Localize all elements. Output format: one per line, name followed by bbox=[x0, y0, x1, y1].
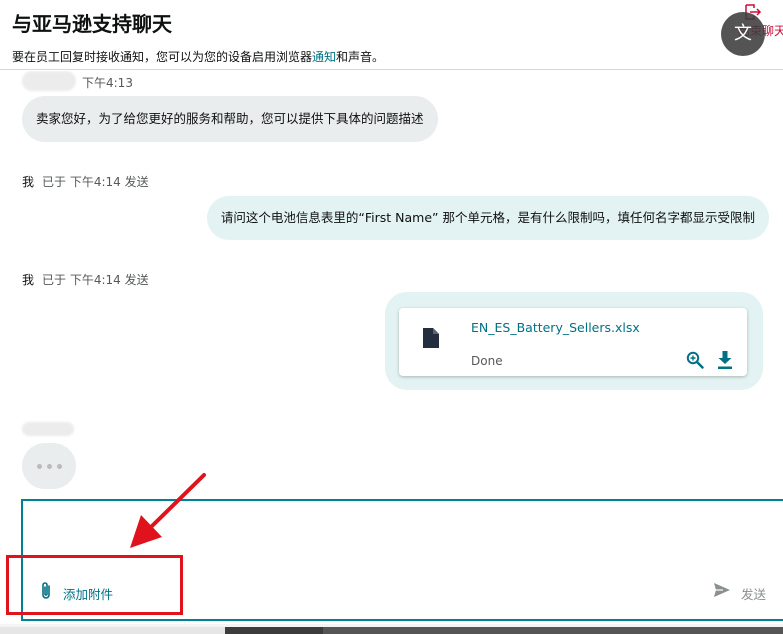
my-attachment-meta: 我已于 下午4:14 发送 bbox=[22, 271, 149, 288]
my-message-bubble: 请问这个电池信息表里的“First Name” 那个单元格，是有什么限制吗，填任… bbox=[206, 196, 769, 240]
taskbar-segment bbox=[225, 627, 323, 634]
taskbar-segment bbox=[323, 627, 783, 634]
chat-transcript[interactable]: 下午4:13 卖家您好，为了给您更好的服务和帮助，您可以提供下具体的问题描述 我… bbox=[0, 71, 783, 498]
notification-notice: 要在员工回复时接收通知，您可以为您的设备启用浏览器通知和声音。 bbox=[12, 48, 384, 65]
sender-label: 我 bbox=[22, 175, 35, 189]
sent-status: 已于 下午4:14 发送 bbox=[42, 175, 149, 189]
sent-status: 已于 下午4:14 发送 bbox=[42, 273, 149, 287]
download-icon[interactable] bbox=[717, 351, 733, 369]
page-title: 与亚马逊支持聊天 bbox=[12, 12, 172, 36]
typing-dot bbox=[37, 464, 42, 469]
agent-message-bubble: 卖家您好，为了给您更好的服务和帮助，您可以提供下具体的问题描述 bbox=[22, 96, 438, 142]
translate-icon: 文 bbox=[734, 23, 752, 44]
send-label: 发送 bbox=[741, 587, 767, 602]
taskbar-strip bbox=[0, 624, 783, 634]
notice-suffix: 和声音。 bbox=[336, 50, 385, 64]
attachment-file-name[interactable]: EN_ES_Battery_Sellers.xlsx bbox=[471, 320, 640, 335]
chat-header: 与亚马逊支持聊天 要在员工回复时接收通知，您可以为您的设备启用浏览器通知和声音。… bbox=[0, 0, 783, 70]
typing-indicator bbox=[22, 443, 76, 489]
agent-message-time: 下午4:13 bbox=[82, 76, 133, 90]
zoom-icon[interactable] bbox=[686, 351, 704, 369]
sender-label: 我 bbox=[22, 273, 35, 287]
agent-name-redacted bbox=[22, 422, 74, 436]
agent-name-redacted bbox=[22, 71, 76, 91]
typing-dot bbox=[47, 464, 52, 469]
taskbar-segment bbox=[0, 627, 225, 634]
send-icon bbox=[714, 583, 730, 597]
file-icon bbox=[423, 328, 439, 348]
highlight-box bbox=[6, 555, 183, 615]
attachment-status: Done bbox=[471, 354, 503, 368]
typing-dot bbox=[57, 464, 62, 469]
notifications-link[interactable]: 通知 bbox=[312, 50, 336, 64]
my-message-meta: 我已于 下午4:14 发送 bbox=[22, 173, 149, 190]
notice-prefix: 要在员工回复时接收通知，您可以为您的设备启用浏览器 bbox=[12, 50, 313, 64]
attachment-bubble: EN_ES_Battery_Sellers.xlsx Done bbox=[385, 292, 763, 390]
attachment-card-body: EN_ES_Battery_Sellers.xlsx Done bbox=[399, 308, 747, 376]
translate-button[interactable]: 文 bbox=[721, 12, 765, 56]
